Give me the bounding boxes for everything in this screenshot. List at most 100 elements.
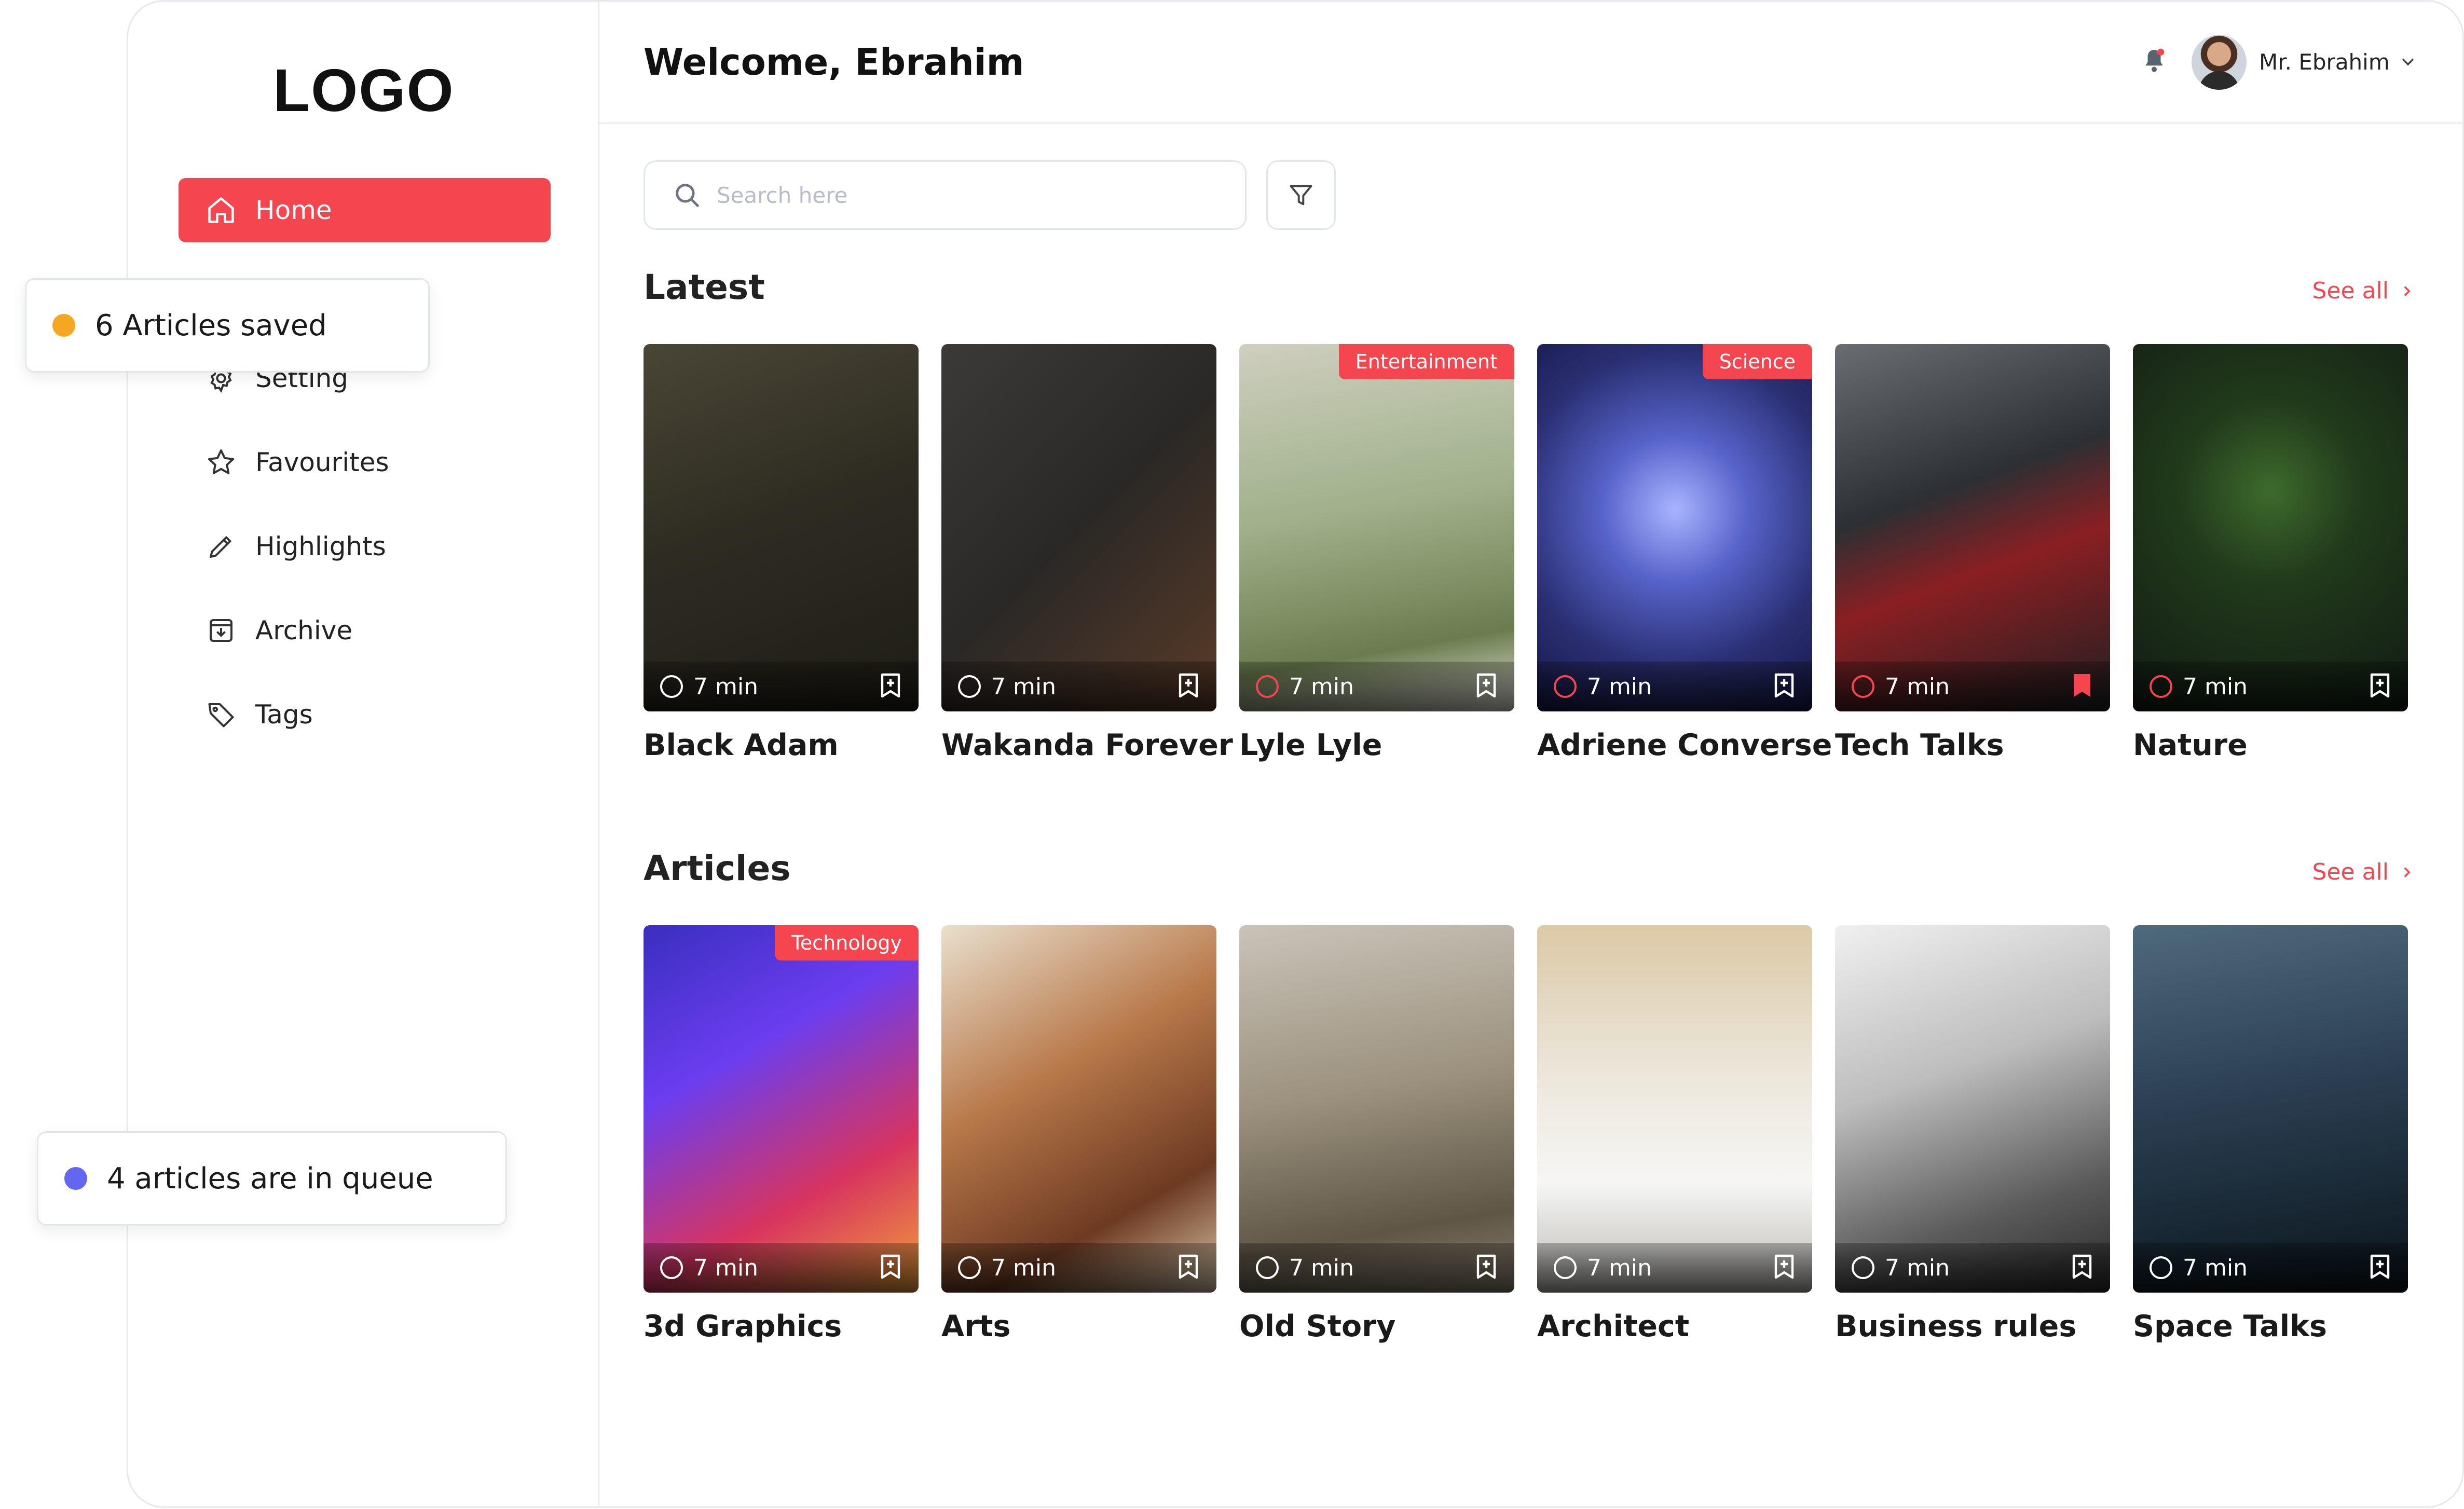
card-thumbnail[interactable]: 7 min: [1537, 925, 1812, 1293]
card-title[interactable]: Old Story: [1239, 1309, 1514, 1343]
search-input[interactable]: [716, 182, 1185, 209]
clock-icon: [958, 1256, 981, 1279]
card-thumbnail[interactable]: Technology 7 min: [644, 925, 919, 1293]
sidebar-item-label: Archive: [255, 615, 353, 646]
clock-icon: [1554, 675, 1577, 698]
sidebar-item-tags[interactable]: Tags: [179, 682, 551, 747]
card-thumbnail[interactable]: 7 min: [1835, 344, 2110, 711]
clock-icon: [1256, 675, 1279, 698]
article-card[interactable]: Technology 7 min 3d Graphics: [644, 925, 919, 1343]
card-footer-bar: 7 min: [1239, 662, 1514, 711]
card-footer-bar: 7 min: [941, 662, 1216, 711]
card-thumbnail[interactable]: Entertainment 7 min: [1239, 344, 1514, 711]
user-name[interactable]: Mr. Ebrahim: [2259, 49, 2390, 75]
card-thumbnail[interactable]: Science 7 min: [1537, 344, 1812, 711]
card-footer-bar: 7 min: [1537, 1243, 1812, 1293]
queue-toast: 4 articles are in queue: [37, 1131, 507, 1226]
bookmark-icon[interactable]: [2071, 1254, 2093, 1281]
article-card[interactable]: 7 min Tech Talks: [1835, 344, 2110, 762]
article-card[interactable]: 7 min Space Talks: [2133, 925, 2408, 1343]
bookmark-icon[interactable]: [2071, 673, 2093, 700]
see-all-label: See all: [2312, 859, 2389, 885]
card-thumbnail[interactable]: 7 min: [1239, 925, 1514, 1293]
bookmark-icon[interactable]: [2369, 673, 2391, 700]
bookmark-icon[interactable]: [1773, 673, 1796, 700]
read-time-label: 7 min: [693, 673, 758, 700]
bookmark-icon[interactable]: [1475, 673, 1498, 700]
app-window: LOGO Home Setting Favourites Highlights: [127, 0, 2464, 1508]
card-thumbnail[interactable]: 7 min: [2133, 344, 2408, 711]
article-card[interactable]: Science 7 min Adriene Converse: [1537, 344, 1832, 762]
card-title[interactable]: Black Adam: [644, 728, 919, 762]
read-time: 7 min: [1554, 1255, 1652, 1281]
card-title[interactable]: Architect: [1537, 1309, 1812, 1343]
filter-icon: [1290, 185, 1312, 205]
pen-icon: [206, 531, 237, 562]
article-card[interactable]: 7 min Architect: [1537, 925, 1812, 1343]
article-card[interactable]: 7 min Arts: [941, 925, 1216, 1343]
clock-icon: [1852, 1256, 1874, 1279]
read-time: 7 min: [958, 674, 1056, 700]
read-time-label: 7 min: [693, 1254, 758, 1281]
card-title[interactable]: 3d Graphics: [644, 1309, 919, 1343]
read-time: 7 min: [2150, 1255, 2248, 1281]
card-title[interactable]: Lyle Lyle: [1239, 728, 1514, 762]
bookmark-icon[interactable]: [879, 1254, 902, 1281]
sidebar-item-home[interactable]: Home: [179, 178, 551, 242]
read-time-label: 7 min: [991, 673, 1056, 700]
sidebar-item-label: Tags: [255, 699, 313, 730]
bookmark-icon[interactable]: [1773, 1254, 1796, 1281]
search-bar[interactable]: [644, 160, 1247, 230]
sidebar-item-highlights[interactable]: Highlights: [179, 514, 551, 579]
logo: LOGO: [273, 57, 455, 124]
see-all-articles-link[interactable]: See all: [2312, 859, 2416, 885]
card-footer-bar: 7 min: [941, 1243, 1216, 1293]
card-footer-bar: 7 min: [644, 1243, 919, 1293]
article-card[interactable]: 7 min Nature: [2133, 344, 2408, 762]
article-card[interactable]: Entertainment 7 min Lyle Lyle: [1239, 344, 1514, 762]
read-time-label: 7 min: [1885, 1254, 1950, 1281]
card-title[interactable]: Space Talks: [2133, 1309, 2408, 1343]
bookmark-icon[interactable]: [2369, 1254, 2391, 1281]
article-card[interactable]: 7 min Old Story: [1239, 925, 1514, 1343]
sidebar-item-favourites[interactable]: Favourites: [179, 430, 551, 495]
bookmark-icon[interactable]: [1177, 673, 1200, 700]
card-title[interactable]: Arts: [941, 1309, 1216, 1343]
card-footer-bar: 7 min: [1835, 1243, 2110, 1293]
header: Welcome, Ebrahim Mr. Ebrahim: [599, 2, 2462, 124]
read-time: 7 min: [1256, 674, 1354, 700]
read-time-label: 7 min: [991, 1254, 1056, 1281]
bookmark-icon[interactable]: [879, 673, 902, 700]
card-title[interactable]: Wakanda Forever: [941, 728, 1233, 762]
bookmark-icon[interactable]: [1177, 1254, 1200, 1281]
card-thumbnail[interactable]: 7 min: [941, 344, 1216, 711]
bell-icon[interactable]: [2141, 46, 2167, 75]
search-icon: [676, 184, 700, 208]
card-thumbnail[interactable]: 7 min: [1835, 925, 2110, 1293]
article-card[interactable]: 7 min Wakanda Forever: [941, 344, 1233, 762]
clock-icon: [660, 675, 683, 698]
read-time: 7 min: [2150, 674, 2248, 700]
main-content: Welcome, Ebrahim Mr. Ebrahim Latest See …: [599, 2, 2462, 1506]
read-time-label: 7 min: [1289, 1254, 1354, 1281]
filter-button[interactable]: [1266, 160, 1336, 230]
see-all-latest-link[interactable]: See all: [2312, 278, 2416, 304]
clock-icon: [1852, 675, 1874, 698]
chevron-down-icon[interactable]: [2398, 51, 2418, 72]
card-title[interactable]: Nature: [2133, 728, 2408, 762]
card-title[interactable]: Adriene Converse: [1537, 728, 1832, 762]
sidebar-item-archive[interactable]: Archive: [179, 598, 551, 663]
card-thumbnail[interactable]: 7 min: [644, 344, 919, 711]
card-title[interactable]: Tech Talks: [1835, 728, 2110, 762]
article-card[interactable]: 7 min Black Adam: [644, 344, 919, 762]
card-thumbnail[interactable]: 7 min: [941, 925, 1216, 1293]
card-thumbnail[interactable]: 7 min: [2133, 925, 2408, 1293]
article-card[interactable]: 7 min Business rules: [1835, 925, 2110, 1343]
bookmark-icon[interactable]: [1475, 1254, 1498, 1281]
avatar[interactable]: [2192, 35, 2247, 90]
chevron-right-icon: [2404, 867, 2411, 877]
chevron-right-icon: [2404, 285, 2411, 296]
section-title-latest: Latest: [644, 267, 765, 307]
card-title[interactable]: Business rules: [1835, 1309, 2110, 1343]
sidebar-item-label: Favourites: [255, 447, 389, 477]
